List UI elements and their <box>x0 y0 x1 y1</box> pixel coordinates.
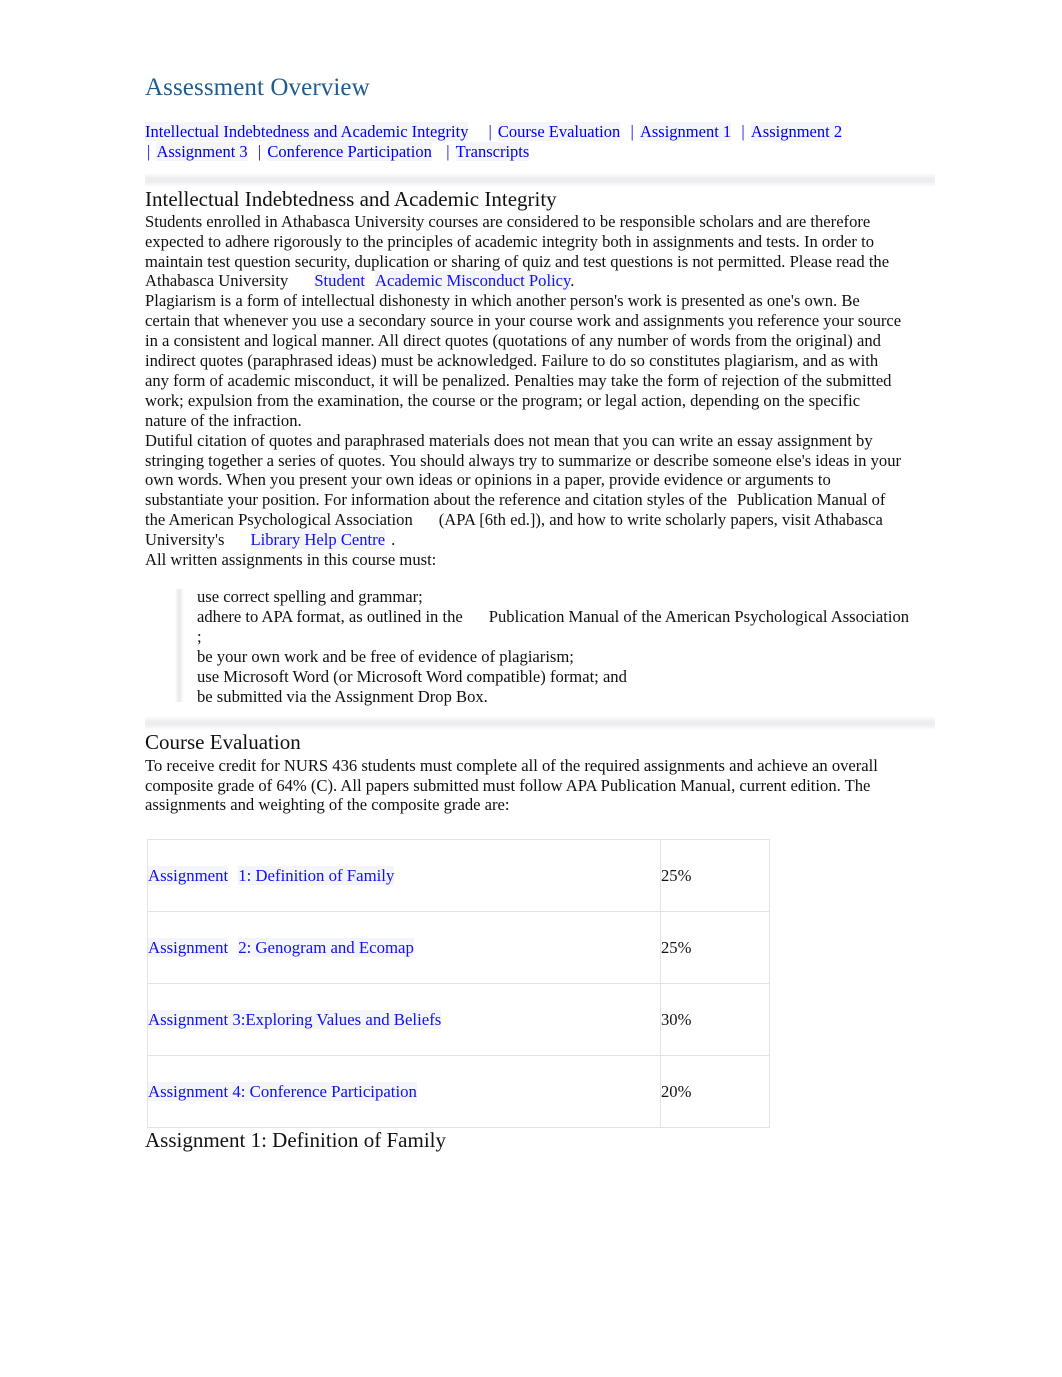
list-item: use correct spelling and grammar; <box>197 587 423 606</box>
section-divider <box>145 172 935 187</box>
paragraph-plagiarism: Plagiarism is a form of intellectual dis… <box>145 291 902 430</box>
page-title: Assessment Overview <box>145 74 370 101</box>
nav-link-course-evaluation[interactable]: Course Evaluation <box>497 121 621 141</box>
nav-link-transcripts[interactable]: Transcripts <box>455 141 530 161</box>
list-item: use Microsoft Word (or Microsoft Word co… <box>197 666 627 686</box>
link-student-academic-misconduct-policy-part1[interactable]: Student <box>314 271 366 291</box>
heading-course-evaluation: Course Evaluation <box>145 730 301 755</box>
paragraph-academic-integrity: Students enrolled in Athabasca Universit… <box>145 212 905 292</box>
section-nav-links: Intellectual Indebtedness and Academic I… <box>145 121 915 162</box>
link-assignment-3-exploring-values-and-beliefs[interactable]: Assignment 3:Exploring Values and Belief… <box>148 1009 442 1029</box>
nav-separator: | <box>630 121 634 141</box>
list-item: be your own work and be free of evidence… <box>197 646 574 666</box>
nav-link-assignment-2[interactable]: Assignment 2 <box>750 121 843 141</box>
document-page: Assessment Overview Intellectual Indebte… <box>145 0 935 1154</box>
list-item-suffix: ; <box>197 626 202 646</box>
list-item-text: adhere to APA format, as outlined in the <box>197 606 463 626</box>
list-item: adhere to APA format, as outlined in the… <box>197 607 917 647</box>
nav-link-intellectual-indebtedness[interactable]: Intellectual Indebtedness and Academic I… <box>145 121 469 141</box>
nav-link-assignment-3[interactable]: Assignment 3 <box>156 141 248 161</box>
link-assignment-2-genogram-and-ecomap-part1[interactable]: Assignment <box>148 937 229 957</box>
paragraph-period: . <box>570 271 575 291</box>
list-item: be submitted via the Assignment Drop Box… <box>197 686 488 706</box>
paragraph-dutiful-citation: Dutiful citation of quotes and paraphras… <box>145 431 905 550</box>
table-cell-weight: 25% <box>660 839 770 913</box>
table-row: Assignment 4: Conference Participation 2… <box>147 1055 770 1129</box>
table-row: Assignment 3:Exploring Values and Belief… <box>147 983 770 1057</box>
link-student-academic-misconduct-policy-part2[interactable]: Academic Misconduct Policy <box>375 271 571 291</box>
link-library-help-centre[interactable]: Library Help Centre <box>250 530 386 550</box>
paragraph-course-evaluation: To receive credit for NURS 436 students … <box>145 755 878 815</box>
table-cell-assignment-name: Assignment 4: Conference Participation <box>147 1055 661 1129</box>
written-assignment-requirements-list: use correct spelling and grammar; adhere… <box>175 587 930 706</box>
citation-publication-manual: Publication Manual of the American Psych… <box>488 606 910 626</box>
link-assignment-1-definition-of-family-part2[interactable]: 1: Definition of Family <box>238 865 395 885</box>
nav-link-assignment-1[interactable]: Assignment 1 <box>639 121 732 141</box>
nav-separator: | <box>488 121 492 141</box>
table-cell-assignment-name: Assignment 3:Exploring Values and Belief… <box>147 983 661 1057</box>
table-row: Assignment 1: Definition of Family 25% <box>147 839 770 913</box>
paragraph-list-intro: All written assignments in this course m… <box>145 550 437 570</box>
paragraph-period: . <box>391 530 396 550</box>
table-cell-assignment-name: Assignment 1: Definition of Family <box>147 839 661 913</box>
table-row: Assignment 2: Genogram and Ecomap 25% <box>147 911 770 985</box>
heading-intellectual-indebtedness: Intellectual Indebtedness and Academic I… <box>145 186 557 211</box>
nav-separator: | <box>741 121 745 141</box>
nav-separator: | <box>257 141 262 161</box>
table-cell-weight: 30% <box>660 983 770 1057</box>
heading-assignment-1: Assignment 1: Definition of Family <box>145 1128 446 1153</box>
table-cell-weight: 25% <box>660 911 770 985</box>
nav-link-conference-participation[interactable]: Conference Participation <box>267 141 432 161</box>
table-cell-weight: 20% <box>660 1055 770 1129</box>
table-cell-assignment-name: Assignment 2: Genogram and Ecomap <box>147 911 661 985</box>
link-assignment-1-definition-of-family-part1[interactable]: Assignment <box>148 865 229 885</box>
nav-separator: | <box>147 141 151 161</box>
link-assignment-2-genogram-and-ecomap-part2[interactable]: 2: Genogram and Ecomap <box>238 937 414 957</box>
nav-separator: | <box>446 141 450 161</box>
section-divider <box>145 716 935 731</box>
grade-weighting-table: Assignment 1: Definition of Family 25% As… <box>147 839 770 1129</box>
link-assignment-4-conference-participation[interactable]: Assignment 4: Conference Participation <box>148 1081 417 1101</box>
